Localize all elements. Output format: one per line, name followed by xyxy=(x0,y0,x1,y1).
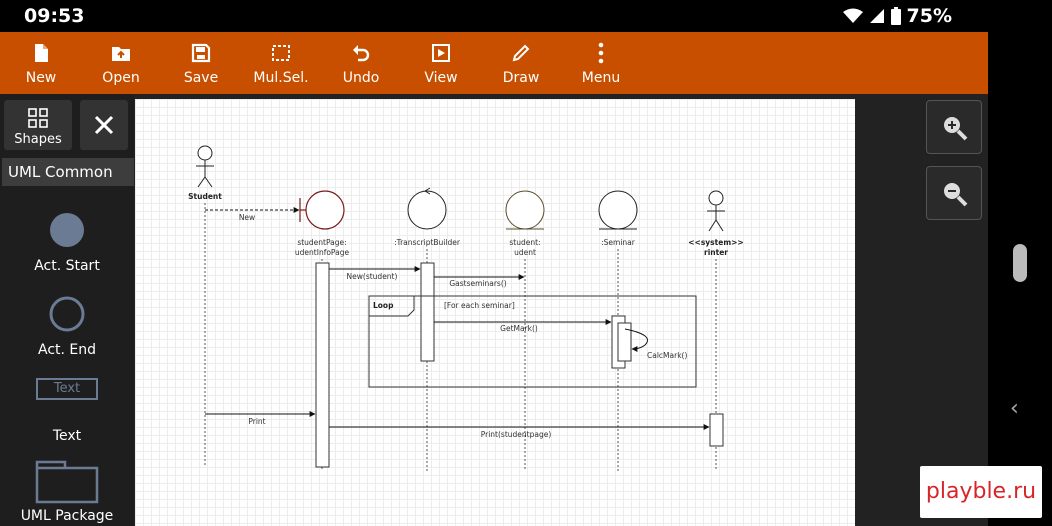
act-start-label: Act. Start xyxy=(34,258,100,274)
message-print[interactable]: Print xyxy=(205,411,316,426)
close-sidebar-button[interactable] xyxy=(80,100,128,150)
save-button[interactable]: Save xyxy=(161,32,241,94)
ring-icon xyxy=(49,296,85,332)
message-new-student[interactable]: New(student) xyxy=(329,266,421,281)
message-new-label: New xyxy=(239,213,255,222)
multi-select-icon xyxy=(272,45,290,61)
main-toolbar: New Open Save Mul.Sel. Undo View Draw Me… xyxy=(0,32,988,94)
student-entity-label-1: student: xyxy=(509,238,540,247)
activation-transcript-builder xyxy=(420,262,435,362)
student-page-label-2: udentInfoPage xyxy=(295,248,350,257)
filled-circle-icon xyxy=(50,213,84,247)
message-print-student[interactable]: Print(studentpage) xyxy=(329,424,710,439)
actor-student[interactable]: Student xyxy=(188,145,222,201)
loop-label: Loop xyxy=(373,301,394,310)
multi-select-label: Mul.Sel. xyxy=(253,70,309,86)
control-transcript-builder[interactable]: :TranscriptBuilder xyxy=(394,187,461,247)
view-icon xyxy=(432,44,450,62)
zoom-in-button[interactable] xyxy=(926,100,982,154)
clock: 09:53 xyxy=(24,5,85,27)
act-end-label: Act. End xyxy=(37,342,97,358)
student-entity-label-2: udent xyxy=(514,248,536,257)
save-label: Save xyxy=(183,70,219,86)
activation-student-page xyxy=(315,262,330,468)
new-file-icon xyxy=(35,44,48,62)
transcript-builder-label: :TranscriptBuilder xyxy=(394,238,461,247)
chevron-left-icon[interactable]: ‹ xyxy=(1010,396,1019,421)
drawing-canvas[interactable]: Student studentPage: udentInfoPage :Tran… xyxy=(135,99,855,526)
wifi-icon xyxy=(842,8,863,23)
zoom-in-icon xyxy=(944,117,968,141)
pencil-icon xyxy=(512,44,530,62)
activation-printer xyxy=(709,413,724,447)
new-label: New xyxy=(25,70,57,86)
message-calc-mark[interactable]: CalcMark() xyxy=(624,328,687,360)
message-print-label: Print xyxy=(248,417,265,426)
status-icons: 75% xyxy=(842,5,952,27)
multi-select-button[interactable]: Mul.Sel. xyxy=(241,32,321,94)
draw-label: Draw xyxy=(502,70,540,86)
loop-guard: [For each seminar] xyxy=(444,301,515,310)
battery-icon xyxy=(890,7,901,25)
text-label: Text xyxy=(52,428,82,444)
message-get-mark-label: GetMark() xyxy=(500,324,538,333)
menu-label: Menu xyxy=(581,70,621,86)
battery-level: 75% xyxy=(906,5,952,27)
seminar-label: :Seminar xyxy=(601,238,636,247)
boundary-student-page[interactable]: studentPage: udentInfoPage xyxy=(295,190,350,257)
shapes-sidebar: Shapes UML Common Act. Start Act. End Te… xyxy=(0,94,134,526)
save-icon xyxy=(191,43,211,63)
view-button[interactable]: View xyxy=(401,32,481,94)
message-get-seminars[interactable]: Gastseminars() xyxy=(434,274,525,288)
signal-icon xyxy=(869,9,884,23)
actor-student-label: Student xyxy=(188,192,222,201)
message-new[interactable]: New xyxy=(205,207,300,222)
more-vert-icon xyxy=(598,42,604,64)
undo-label: Undo xyxy=(342,70,380,86)
shapes-button[interactable]: Shapes xyxy=(4,100,72,150)
folder-open-icon xyxy=(112,47,130,61)
undo-button[interactable]: Undo xyxy=(321,32,401,94)
zoom-out-icon xyxy=(944,183,968,207)
shape-text[interactable]: Text Text xyxy=(0,376,134,444)
status-bar: 09:53 75% xyxy=(0,0,1052,32)
grid-icon xyxy=(28,108,48,128)
text-shape-preview: Text xyxy=(36,378,98,400)
shape-act-start[interactable]: Act. Start xyxy=(0,210,134,274)
draw-button[interactable]: Draw xyxy=(481,32,561,94)
activation-seminar-nested xyxy=(617,322,632,362)
sequence-diagram: Student studentPage: udentInfoPage :Tran… xyxy=(188,145,744,471)
close-icon xyxy=(94,115,114,135)
zoom-panel xyxy=(922,94,988,526)
student-page-label-1: studentPage: xyxy=(297,238,346,247)
package-icon xyxy=(35,460,99,504)
shapes-label: Shapes xyxy=(14,132,62,147)
new-button[interactable]: New xyxy=(1,32,81,94)
view-label: View xyxy=(424,70,458,86)
open-button[interactable]: Open xyxy=(81,32,161,94)
printer-label-1: <<system>> xyxy=(688,238,743,247)
uml-package-label: UML Package xyxy=(20,508,114,524)
category-header[interactable]: UML Common xyxy=(2,158,134,186)
shape-act-end[interactable]: Act. End xyxy=(0,294,134,358)
message-new-student-label: New(student) xyxy=(347,272,398,281)
actor-printer[interactable]: <<system>> rinter xyxy=(688,190,744,257)
message-print-student-label: Print(studentpage) xyxy=(481,430,552,439)
entity-student[interactable]: student: udent xyxy=(505,190,545,257)
watermark: playble.ru xyxy=(920,466,1042,518)
undo-icon xyxy=(353,45,370,62)
entity-seminar[interactable]: :Seminar xyxy=(598,190,638,247)
printer-label-2: rinter xyxy=(704,248,728,257)
message-calc-mark-label: CalcMark() xyxy=(647,351,687,360)
scroll-handle[interactable] xyxy=(1013,244,1027,282)
message-get-mark[interactable]: GetMark() xyxy=(434,319,612,333)
zoom-out-button[interactable] xyxy=(926,166,982,220)
open-label: Open xyxy=(102,70,140,86)
message-get-seminars-label: Gastseminars() xyxy=(449,279,506,288)
shape-uml-package[interactable]: UML Package xyxy=(0,460,134,526)
menu-button[interactable]: Menu xyxy=(561,32,641,94)
